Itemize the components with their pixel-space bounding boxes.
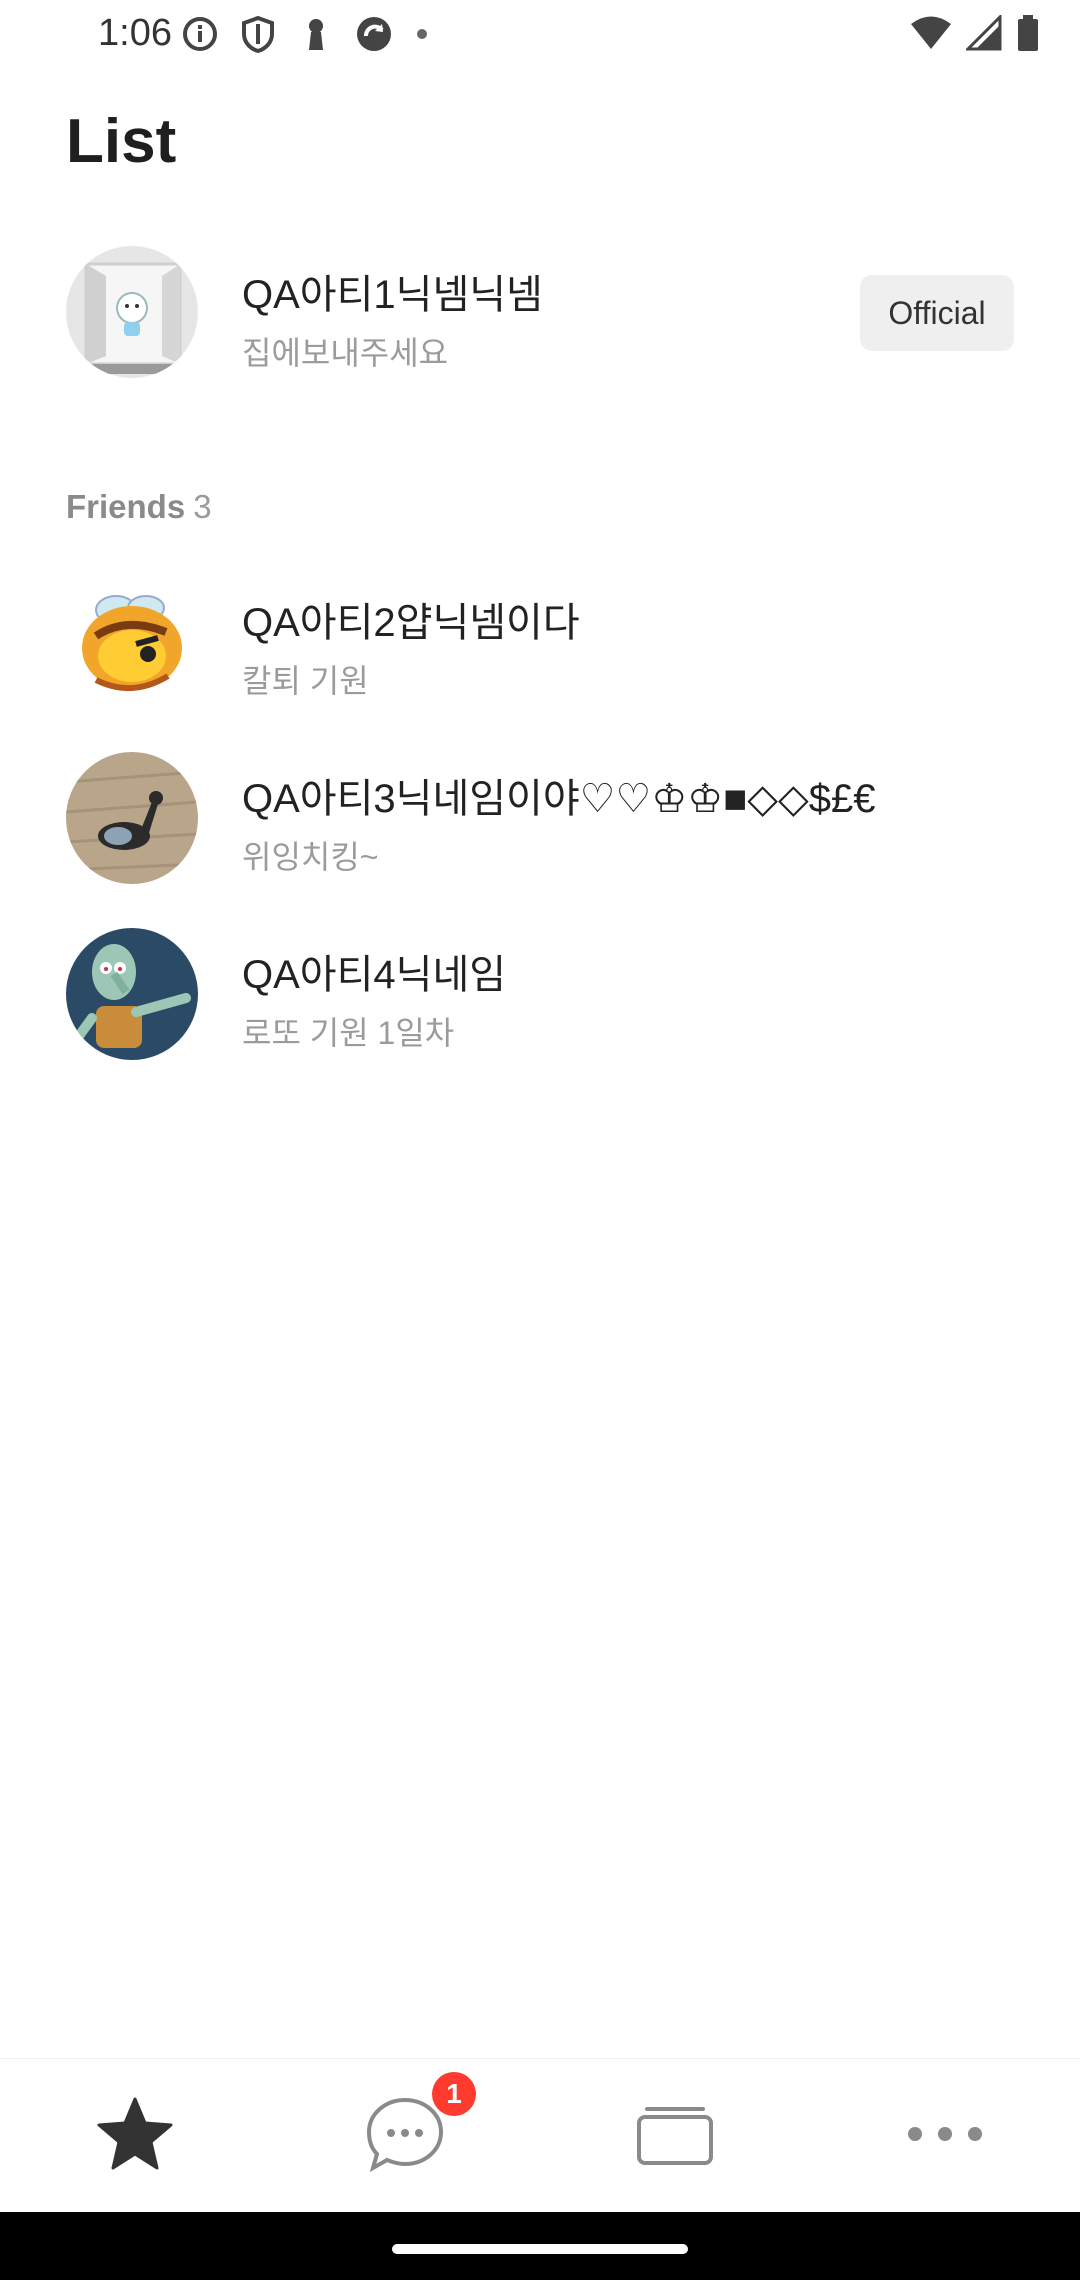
friends-count: 3 — [193, 488, 212, 525]
feed-icon — [635, 2101, 715, 2172]
friend-row[interactable]: QA아티4닉네임 로또 기원 1일차 — [0, 928, 1080, 1078]
chat-unread-badge: 1 — [432, 2072, 476, 2116]
nav-item-chats[interactable] — [270, 2059, 540, 2213]
friend-status-message: 칼퇴 기원 — [242, 663, 369, 699]
bottom-nav — [0, 2058, 1080, 2213]
status-bar: 1:06 — [0, 0, 1080, 72]
friend-row[interactable]: QA아티3닉네임이야♡♡♔♔■◇◇$£€ 위잉치킹~ — [0, 752, 1080, 902]
star-icon — [97, 2097, 173, 2176]
shield-icon — [238, 14, 278, 54]
friend-status-message: 로또 기원 1일차 — [242, 1015, 455, 1051]
official-name: QA아티1닉넴닉넴 — [242, 273, 543, 317]
official-status-message: 집에보내주세요 — [242, 335, 449, 371]
dot-icon — [412, 14, 432, 54]
wifi-icon — [910, 15, 952, 56]
status-right-icons — [910, 13, 1040, 57]
home-gesture-handle[interactable] — [392, 2244, 688, 2254]
page-title: List — [66, 107, 177, 176]
battery-icon — [1016, 14, 1040, 57]
nav-item-more[interactable] — [810, 2059, 1080, 2213]
avatar[interactable] — [66, 246, 198, 378]
friends-section-header: Friends 3 — [66, 488, 212, 526]
nav-item-feed[interactable] — [540, 2059, 810, 2213]
keyhole-icon — [296, 14, 336, 54]
official-badge: Official — [860, 275, 1014, 351]
avatar[interactable] — [66, 928, 198, 1060]
friend-status-message: 위잉치킹~ — [242, 839, 379, 875]
friend-name: QA아티4닉네임 — [242, 953, 507, 997]
friend-name: QA아티2얍닉넴이다 — [242, 601, 580, 645]
status-left-icons — [180, 14, 432, 54]
status-time: 1:06 — [98, 12, 172, 54]
friend-row[interactable]: QA아티2얍닉넴이다 칼퇴 기원 — [0, 576, 1080, 726]
more-icon — [905, 2124, 985, 2149]
avatar[interactable] — [66, 752, 198, 884]
chat-icon — [365, 2096, 445, 2177]
friends-section-title: Friends — [66, 488, 186, 525]
friend-name: QA아티3닉네임이야♡♡♔♔■◇◇$£€ — [242, 777, 876, 821]
sync-app-icon — [354, 14, 394, 54]
signal-icon — [964, 13, 1002, 56]
info-icon — [180, 14, 220, 54]
avatar[interactable] — [66, 576, 198, 708]
nav-item-friends[interactable] — [0, 2059, 270, 2213]
